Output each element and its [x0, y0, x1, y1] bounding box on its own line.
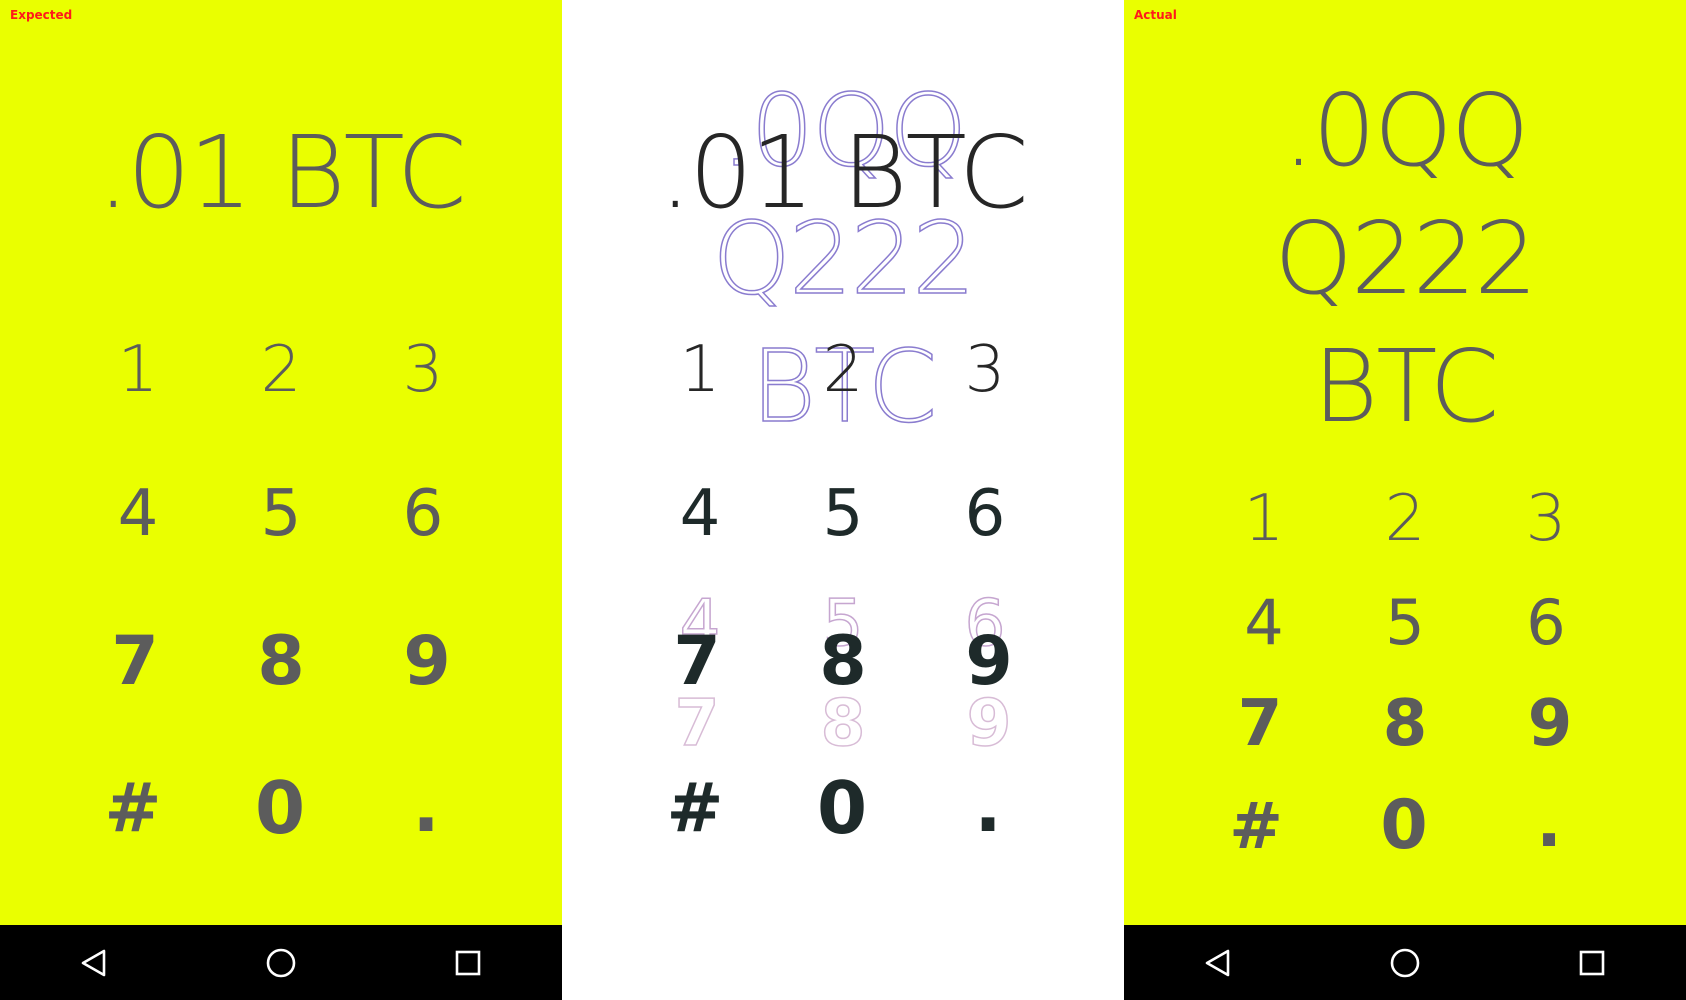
key-5[interactable]: 5 — [211, 482, 351, 546]
diff-key-4: 4 — [679, 477, 721, 551]
home-icon[interactable] — [1381, 939, 1429, 987]
diff-ghost-7: 7 — [674, 687, 720, 761]
amount-display: .01 BTC — [97, 114, 466, 231]
key-0[interactable]: 0 — [1334, 792, 1474, 860]
key-3[interactable]: 3 — [353, 338, 493, 402]
key-7[interactable]: 7 — [65, 628, 205, 696]
amount-line-1: .0QQ — [1282, 72, 1530, 189]
diff-key-1: 1 — [679, 333, 721, 407]
diff-key-9: 9 — [965, 622, 1013, 701]
expected-caption: Expected — [10, 8, 73, 22]
key-9[interactable]: 9 — [357, 628, 497, 696]
amount-line-3: BTC — [1312, 328, 1500, 445]
diff-ghost-8: 8 — [820, 687, 866, 761]
diff-key-3: 3 — [964, 333, 1006, 407]
diff-key-8: 8 — [819, 622, 867, 701]
key-1[interactable]: 1 — [1194, 487, 1334, 551]
diff-key-hash: # — [666, 769, 724, 848]
key-8[interactable]: 8 — [1335, 692, 1475, 756]
key-0[interactable]: 0 — [210, 772, 350, 844]
key-7[interactable]: 7 — [1190, 692, 1330, 756]
key-5[interactable]: 5 — [1335, 592, 1475, 654]
diff-key-0: 0 — [816, 766, 868, 850]
key-hash[interactable]: # — [1186, 795, 1326, 859]
navigation-bar — [0, 925, 562, 1000]
diff-key-2: 2 — [822, 333, 864, 407]
key-4[interactable]: 4 — [68, 482, 208, 546]
recents-icon[interactable] — [444, 939, 492, 987]
diff-key-6: 6 — [964, 477, 1006, 551]
diff-ghost-9: 9 — [966, 687, 1012, 761]
recents-icon[interactable] — [1568, 939, 1616, 987]
key-6[interactable]: 6 — [353, 482, 493, 546]
key-8[interactable]: 8 — [211, 628, 351, 696]
back-icon[interactable] — [70, 939, 118, 987]
diff-expected-amount: .01 BTC — [659, 114, 1028, 231]
key-4[interactable]: 4 — [1194, 592, 1334, 654]
actual-screen: Actual .0QQ Q222 BTC 1 2 3 4 5 6 7 8 9 #… — [1124, 0, 1686, 1000]
actual-caption: Actual — [1134, 8, 1177, 22]
diff-key-dot: . — [974, 764, 1002, 848]
key-dot[interactable]: . — [356, 770, 496, 842]
expected-screen: Expected .01 BTC 1 2 3 4 5 6 7 8 9 # 0 . — [0, 0, 562, 1000]
key-6[interactable]: 6 — [1476, 592, 1616, 654]
amount-line-2: Q222 — [1274, 200, 1538, 317]
key-2[interactable]: 2 — [1335, 487, 1475, 551]
key-9[interactable]: 9 — [1480, 692, 1620, 756]
diff-key-7: 7 — [673, 622, 721, 701]
back-icon[interactable] — [1194, 939, 1242, 987]
key-1[interactable]: 1 — [68, 338, 208, 402]
navigation-bar — [1124, 925, 1686, 1000]
key-hash[interactable]: # — [63, 775, 203, 843]
key-2[interactable]: 2 — [211, 338, 351, 402]
diff-key-5: 5 — [822, 477, 864, 551]
key-dot[interactable]: . — [1479, 790, 1619, 858]
home-icon[interactable] — [257, 939, 305, 987]
key-3[interactable]: 3 — [1476, 487, 1616, 551]
diff-overlay: .0QQ Q222 BTC .01 BTC 1 2 3 4 5 6 4 5 6 … — [562, 0, 1124, 1000]
